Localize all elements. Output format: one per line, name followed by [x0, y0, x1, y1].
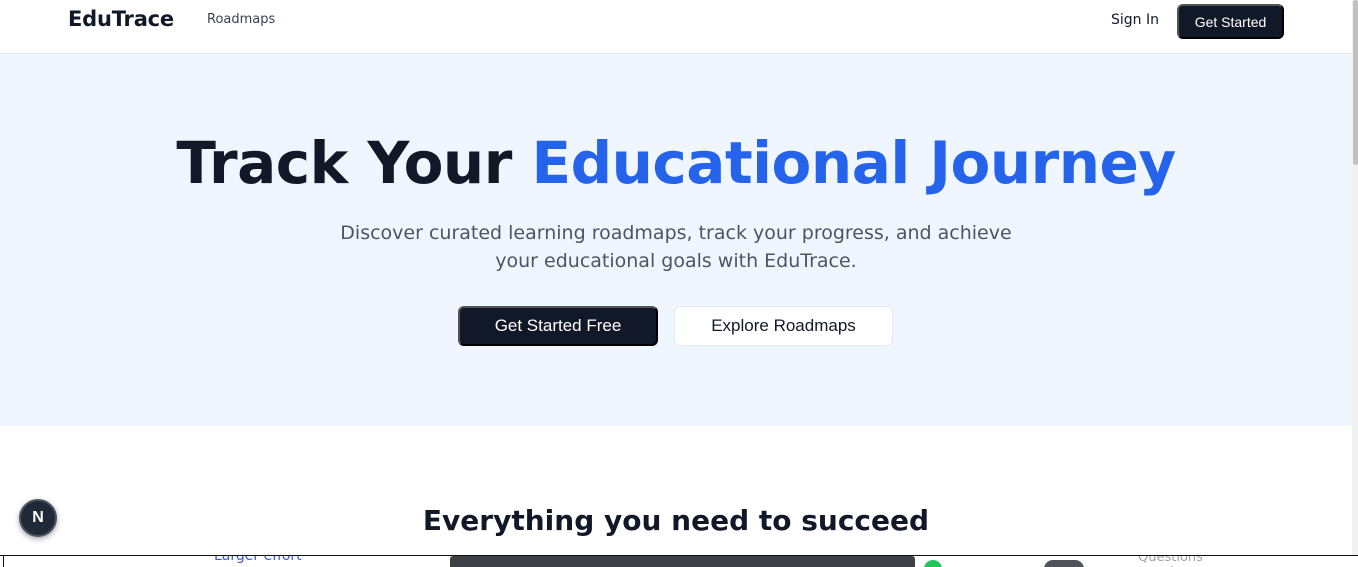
background-toolbar-text: Questions to ask — [1138, 555, 1203, 567]
browser-viewport: EduTrace Roadmaps Sign In Get Started Tr… — [0, 0, 1352, 555]
status-dot-icon — [924, 560, 942, 567]
hero-title-highlight: Educational Journey — [531, 129, 1177, 197]
hero-title: Track Your Educational Journey — [0, 129, 1352, 197]
nav-link-roadmaps[interactable]: Roadmaps — [207, 12, 275, 27]
next-devtools-badge-icon[interactable]: N — [19, 499, 57, 537]
hero-title-prefix: Track Your — [176, 129, 532, 197]
get-started-button[interactable]: Get Started — [1177, 4, 1284, 39]
vertical-scrollbar[interactable] — [1352, 0, 1358, 567]
explore-roadmaps-button[interactable]: Explore Roadmaps — [674, 306, 893, 346]
background-window-strip: Larger effort Questions to ask — [0, 555, 1358, 567]
background-link: Larger effort — [214, 555, 302, 564]
window-edge — [3, 556, 4, 567]
brand-logo[interactable]: EduTrace — [68, 7, 174, 31]
scrollbar-thumb[interactable] — [1353, 0, 1358, 165]
background-toolbar: Questions to ask — [450, 556, 1203, 567]
toggle-pill-icon — [1044, 560, 1084, 567]
sign-in-link[interactable]: Sign In — [1111, 12, 1159, 28]
hero-subtitle: Discover curated learning roadmaps, trac… — [340, 222, 1012, 272]
hero-section: Track Your Educational Journey Discover … — [0, 54, 1352, 426]
features-heading: Everything you need to succeed — [422, 504, 930, 537]
get-started-free-button[interactable]: Get Started Free — [458, 306, 658, 346]
top-navbar: EduTrace Roadmaps Sign In Get Started — [0, 0, 1352, 54]
